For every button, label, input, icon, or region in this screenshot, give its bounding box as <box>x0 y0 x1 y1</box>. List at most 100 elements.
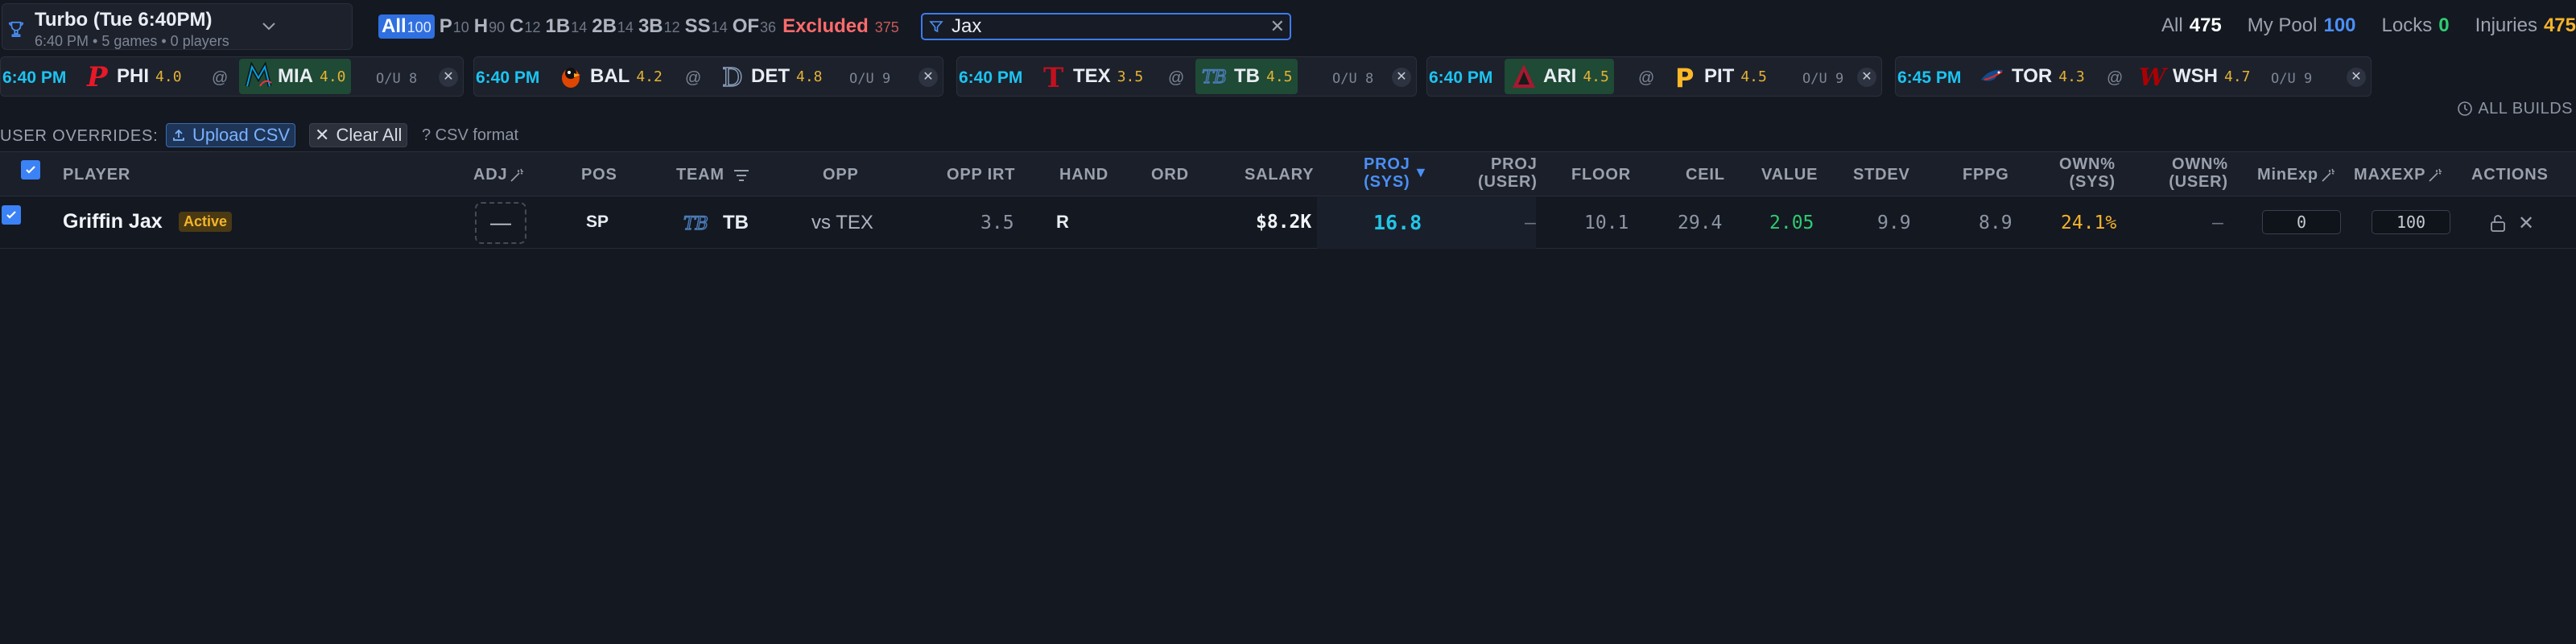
team-implied-runs: 4.5 <box>1266 68 1293 85</box>
select-all-checkbox[interactable] <box>21 160 40 180</box>
position-filter-1b[interactable]: 1B 14 <box>546 15 588 38</box>
remove-game-icon[interactable]: ✕ <box>1857 68 1876 87</box>
clear-all-button[interactable]: ✕ Clear All <box>309 123 408 147</box>
all-builds-label: ALL BUILDS <box>2478 99 2573 118</box>
clear-search-icon[interactable]: ✕ <box>1270 18 1285 35</box>
game-time: 6:40 PM <box>1429 68 1493 87</box>
position-filter-h[interactable]: H 90 <box>474 15 505 38</box>
search-box[interactable]: ✕ <box>921 13 1291 40</box>
count-injuries[interactable]: Injuries 475 <box>2475 14 2576 37</box>
team-abbr: PIT <box>1704 65 1735 87</box>
col-proj-user[interactable]: PROJ (USER) <box>1478 155 1538 191</box>
col-value[interactable]: VALUE <box>1761 166 1818 184</box>
col-maxexp[interactable]: MAXEXP <box>2354 166 2443 184</box>
count-locks[interactable]: Locks 0 <box>2382 14 2450 37</box>
count-all[interactable]: All 475 <box>2161 14 2222 37</box>
bal-logo-icon <box>556 62 585 91</box>
sort-desc-icon: ▼ <box>1414 164 1429 180</box>
col-opp[interactable]: OPP <box>823 166 859 184</box>
team-chip-tb[interactable]: TB TB 4.5 <box>1195 59 1298 94</box>
at-symbol: @ <box>212 69 229 87</box>
team-chip-det[interactable]: D DET 4.8 <box>712 59 828 94</box>
position-filter-label: OF <box>732 15 760 37</box>
col-ord[interactable]: ORD <box>1151 166 1189 184</box>
slate-selector[interactable]: Turbo (Tue 6:40PM) 6:40 PM • 5 games • 0… <box>2 3 353 50</box>
position-filter-count: 14 <box>617 19 634 35</box>
team-implied-runs: 3.5 <box>1117 68 1144 85</box>
filter-icon <box>929 21 943 33</box>
player-proj-user[interactable]: — <box>1525 213 1536 233</box>
position-filter-ss[interactable]: SS 14 <box>685 15 728 38</box>
remove-game-icon[interactable]: ✕ <box>439 68 458 87</box>
unlock-icon[interactable] <box>2489 213 2507 233</box>
col-minexp[interactable]: MinExp <box>2257 166 2336 184</box>
adj-input[interactable]: — <box>475 202 526 244</box>
team-chip-wsh[interactable]: W WSH 4.7 <box>2134 59 2256 94</box>
tb-logo-icon: TB <box>1200 62 1229 91</box>
remove-game-icon[interactable]: ✕ <box>919 68 938 87</box>
team-chip-tor[interactable]: TOR 4.3 <box>1973 59 2090 94</box>
team-chip-tex[interactable]: T TEX 3.5 <box>1034 59 1148 94</box>
col-player[interactable]: PLAYER <box>63 166 130 184</box>
min-exposure-input[interactable]: 0 <box>2262 210 2341 234</box>
team-abbr: PHI <box>117 65 150 87</box>
remove-game-icon[interactable]: ✕ <box>1392 68 1411 87</box>
position-filter-count: 90 <box>489 19 506 35</box>
col-own-user[interactable]: OWN% (USER) <box>2169 155 2228 191</box>
upload-icon <box>173 129 184 141</box>
col-adj[interactable]: ADJ <box>473 166 525 184</box>
player-name[interactable]: Griffin Jax <box>63 210 163 233</box>
search-input[interactable] <box>952 16 1249 37</box>
game-card[interactable]: 6:45 PM TOR 4.3 @ W WSH 4.7 O/U 9 ✕ <box>1895 56 2372 97</box>
all-builds-toggle[interactable]: ALL BUILDS <box>2457 100 2573 118</box>
player-pos: SP <box>586 213 609 231</box>
team-abbr: TB <box>1234 65 1260 87</box>
position-filter-p[interactable]: P 10 <box>440 15 469 38</box>
col-pos[interactable]: POS <box>581 166 617 184</box>
at-symbol: @ <box>685 69 702 87</box>
player-own-user[interactable]: — <box>2212 213 2223 233</box>
position-filter-count: 36 <box>760 19 777 35</box>
game-card[interactable]: 6:40 PM T TEX 3.5 @ TB TB 4.5 O/U 8 ✕ <box>956 56 1417 97</box>
team-chip-ari[interactable]: ARI 4.5 <box>1505 59 1614 94</box>
game-over-under: O/U 9 <box>1802 71 1844 87</box>
team-chip-bal[interactable]: BAL 4.2 <box>551 59 667 94</box>
col-hand[interactable]: HAND <box>1059 166 1108 184</box>
team-chip-pit[interactable]: P PIT 4.5 <box>1666 59 1772 94</box>
csv-format-help[interactable]: ? CSV format <box>422 126 518 145</box>
player-fppg: 8.9 <box>1979 213 2013 233</box>
team-abbr: DET <box>751 65 790 87</box>
col-own-sys[interactable]: OWN% (SYS) <box>2059 155 2116 191</box>
col-floor[interactable]: FLOOR <box>1571 166 1631 184</box>
remove-game-icon[interactable]: ✕ <box>2347 68 2366 87</box>
position-filter-excluded[interactable]: Excluded 375 <box>782 15 899 38</box>
exclude-icon[interactable]: ✕ <box>2518 212 2534 235</box>
game-card[interactable]: 6:40 PM P PHI 4.0 @ MIA 4.0 O/U 8 ✕ <box>0 56 464 97</box>
position-filter-2b[interactable]: 2B 14 <box>592 15 634 38</box>
position-filter-3b[interactable]: 3B 12 <box>638 15 680 38</box>
col-fppg[interactable]: FPPG <box>1963 166 2009 184</box>
game-card[interactable]: 6:40 PM BAL 4.2 @ D DET 4.8 O/U 9 ✕ <box>473 56 943 97</box>
team-chip-phi[interactable]: P PHI 4.0 <box>78 59 187 94</box>
team-chip-mia[interactable]: MIA 4.0 <box>239 59 351 94</box>
position-filter-all[interactable]: All 100 <box>378 14 435 39</box>
count-my-pool[interactable]: My Pool 100 <box>2248 14 2356 37</box>
col-team[interactable]: TEAM <box>676 166 750 184</box>
game-over-under: O/U 8 <box>376 71 418 87</box>
tor-logo-icon <box>1978 62 2007 91</box>
col-proj-sys[interactable]: PROJ (SYS) <box>1364 155 1410 191</box>
row-select-checkbox[interactable] <box>2 205 21 225</box>
position-filter-c[interactable]: C 12 <box>510 15 540 38</box>
col-ceil[interactable]: CEIL <box>1686 166 1725 184</box>
position-filter-count: 12 <box>663 19 680 35</box>
col-salary[interactable]: SALARY <box>1245 166 1314 184</box>
table-row[interactable]: Griffin Jax Active — SP TB TB vs TEX 3.5… <box>0 197 2576 249</box>
position-filter-of[interactable]: OF 36 <box>733 15 776 38</box>
game-card[interactable]: 6:40 PM ARI 4.5 @ P PIT 4.5 O/U 9 ✕ <box>1426 56 1882 97</box>
player-team: TB <box>723 212 749 233</box>
upload-csv-button[interactable]: Upload CSV <box>166 123 296 147</box>
pool-counts: All 475 My Pool 100 Locks 0 Injuries 475 <box>2136 14 2576 39</box>
col-stdev[interactable]: STDEV <box>1853 166 1910 184</box>
max-exposure-input[interactable]: 100 <box>2372 210 2450 234</box>
col-opp-irt[interactable]: OPP IRT <box>947 166 1015 184</box>
